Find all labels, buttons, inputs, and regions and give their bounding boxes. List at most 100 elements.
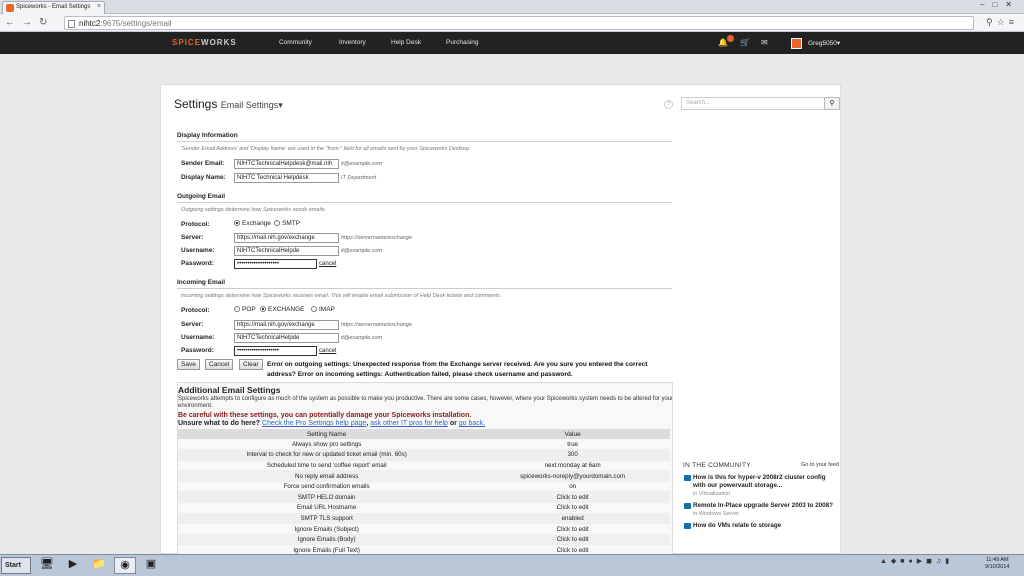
page-title: Settings Email Settings▾ [174, 97, 283, 111]
incoming-protocol-label: Protocol: [181, 307, 210, 314]
outgoing-password-cancel-link[interactable]: cancel [319, 261, 336, 267]
mail-icon[interactable]: ✉ [761, 38, 768, 47]
post-category[interactable]: in Windows Server [693, 511, 839, 517]
user-menu[interactable]: Greg5050▾ [808, 39, 840, 47]
nav-help-desk[interactable]: Help Desk [391, 39, 421, 46]
go-back-link[interactable]: go back. [459, 420, 485, 427]
reload-icon[interactable]: ↻ [39, 17, 47, 28]
incoming-password-label: Password: [181, 347, 214, 354]
help-icon[interactable]: ? [664, 100, 673, 109]
setting-value[interactable]: 300 [475, 449, 670, 461]
community-post[interactable]: Remote In-Place upgrade Server 2003 to 2… [683, 502, 839, 517]
nav-community[interactable]: Community [279, 39, 312, 46]
outgoing-username-field[interactable]: NIHTCTechnicalHelpde [234, 246, 339, 256]
table-row[interactable]: Interval to check for new or updated tic… [178, 449, 670, 461]
incoming-username-field[interactable]: NIHTCTechnicalHelpde [234, 333, 339, 343]
incoming-username-label: Username: [181, 334, 215, 341]
setting-name: Force send confirmation emails [178, 481, 476, 493]
table-row[interactable]: Scheduled time to send 'coffee report' e… [178, 460, 670, 472]
search-input[interactable]: Search... [681, 97, 826, 110]
address-bar-row: ← → ↻ nihtc2:9675/settings/email ⚲☆≡ [0, 14, 1024, 32]
server-manager-icon[interactable]: 🖥 [36, 557, 58, 574]
post-icon [684, 475, 691, 481]
table-row[interactable]: Force send confirmation emails on [178, 481, 670, 493]
clear-button[interactable]: Clear [239, 359, 263, 370]
incoming-password-field[interactable]: •••••••••••••••••••• [234, 346, 317, 356]
post-title[interactable]: How is this for hyper-v 2008r2 cluster c… [693, 474, 839, 490]
back-icon[interactable]: ← [5, 17, 15, 28]
radio-imap[interactable]: IMAP [311, 306, 335, 313]
radio-dot [274, 220, 280, 226]
nav-inventory[interactable]: Inventory [339, 39, 366, 46]
table-row[interactable]: SMTP TLS support enabled [178, 513, 670, 525]
time: 11:49 AM [985, 557, 1009, 563]
display-name-field[interactable]: NIHTC Technical Helpdesk [234, 173, 339, 183]
outgoing-note: Outgoing settings determine how Spicewor… [181, 207, 327, 213]
outgoing-email-heading: Outgoing Email [177, 193, 672, 203]
outgoing-server-field[interactable]: https://mail.nih.gov/exchange [234, 233, 339, 243]
setting-name: Interval to check for new or updated tic… [178, 449, 476, 461]
table-row[interactable]: Always show pro settings true [178, 439, 670, 451]
radio-exchange-out[interactable]: Exchange [234, 220, 271, 227]
spiceworks-logo[interactable]: SPICEWORKS [172, 38, 237, 47]
setting-name: Ignore Emails (Body) [178, 534, 476, 546]
post-category[interactable]: in Virtualization [693, 491, 839, 497]
logo-part-a: SPICE [172, 38, 202, 47]
post-title[interactable]: How do VMs relate to storage [693, 522, 839, 530]
setting-value[interactable]: spiceworks-noreply@yourdomain.com [475, 470, 670, 482]
url-field[interactable]: nihtc2:9675/settings/email [64, 16, 974, 30]
avatar[interactable] [791, 38, 802, 49]
nav-purchasing[interactable]: Purchasing [446, 39, 479, 46]
email-settings-dropdown[interactable]: Email Settings▾ [221, 100, 283, 110]
app-icon[interactable]: ▣ [140, 557, 162, 574]
setting-value[interactable]: on [475, 481, 670, 493]
browser-tab[interactable]: Spiceworks - Email Settings × [2, 1, 105, 14]
setting-value[interactable]: enabled [475, 513, 670, 525]
setting-value[interactable]: Click to edit [475, 491, 670, 504]
setting-value[interactable]: next monday at 6am [475, 460, 670, 472]
radio-dot [234, 306, 240, 312]
table-row[interactable]: SMTP HELO domain Click to edit [178, 491, 670, 504]
setting-value[interactable]: Click to edit [475, 523, 670, 535]
radio-pop[interactable]: POP [234, 306, 256, 313]
close-tab-icon[interactable]: × [97, 3, 101, 10]
chrome-icon[interactable]: ◉ [114, 557, 136, 574]
logo-part-b: WORKS [201, 38, 237, 47]
ask-it-pros-link[interactable]: ask other IT pros for help [370, 420, 448, 427]
save-button[interactable]: Save [177, 359, 200, 370]
outgoing-server-label: Server: [181, 234, 204, 241]
radio-dot [260, 306, 266, 312]
post-title[interactable]: Remote In-Place upgrade Server 2003 to 2… [693, 502, 839, 510]
table-row[interactable]: Ignore Emails (Body) Click to edit [178, 534, 670, 546]
incoming-password-cancel-link[interactable]: cancel [319, 348, 336, 354]
browser-tools-icon[interactable]: ⚲☆≡ [986, 17, 1018, 28]
table-row[interactable]: Ignore Emails (Subject) Click to edit [178, 523, 670, 535]
cart-icon[interactable]: 🛒 [740, 38, 750, 47]
window-controls[interactable]: –□✕ [980, 0, 1020, 9]
sender-email-field[interactable]: NIHTCTechnicalHelpdesk@mail.nih [234, 159, 339, 169]
radio-exchange-in[interactable]: EXCHANGE [260, 306, 304, 313]
radio-label: EXCHANGE [268, 306, 305, 313]
outgoing-password-field[interactable]: •••••••••••••••••••• [234, 259, 317, 269]
community-post[interactable]: How do VMs relate to storage [683, 522, 839, 530]
setting-value[interactable]: true [475, 439, 670, 451]
incoming-server-label: Server: [181, 321, 204, 328]
radio-smtp-out[interactable]: SMTP [274, 220, 300, 227]
start-button[interactable]: Start [1, 557, 31, 574]
powershell-icon[interactable]: ▶ [62, 557, 84, 574]
cancel-button[interactable]: Cancel [205, 359, 234, 370]
table-row[interactable]: No reply email address spiceworks-noreply… [178, 470, 670, 482]
setting-value[interactable]: Click to edit [475, 502, 670, 514]
setting-value[interactable]: Click to edit [475, 534, 670, 546]
post-icon [684, 523, 691, 529]
taskbar: Start 🖥 ▶ 📁 ◉ ▣ ▲◆■●▶◼♫▮ 11:49 AM 9/10/20… [0, 554, 1024, 576]
community-post[interactable]: How is this for hyper-v 2008r2 cluster c… [683, 474, 839, 497]
clock[interactable]: 11:49 AM 9/10/2014 [985, 557, 1009, 571]
table-row[interactable]: Email URL Hostname Click to edit [178, 502, 670, 514]
pro-settings-help-link[interactable]: Check the Pro Settings help page [262, 420, 366, 427]
incoming-server-field[interactable]: https://mail.nih.gov/exchange [234, 320, 339, 330]
file-explorer-icon[interactable]: 📁 [88, 557, 110, 574]
search-button[interactable]: ⚲ [824, 97, 840, 110]
go-to-feed-link[interactable]: Go to your feed [801, 462, 839, 468]
forward-icon[interactable]: → [22, 17, 32, 28]
